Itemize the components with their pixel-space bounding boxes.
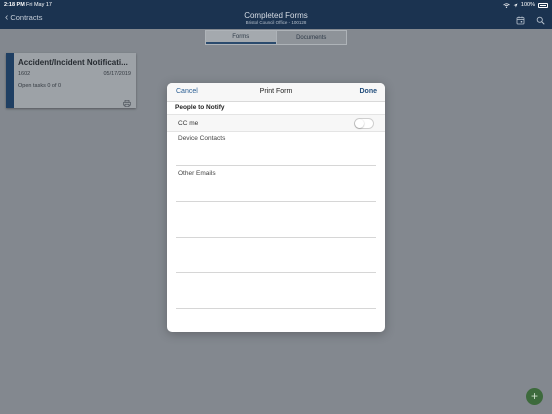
form-card[interactable]: Accident/Incident Notificati... 1602 05/… — [6, 53, 136, 108]
device-contacts-label: Device Contacts — [178, 135, 226, 142]
navigation-bar: 2:18 PM Fri May 17 100% ‹ Contracts Comp… — [0, 0, 552, 29]
print-form-modal: Cancel Print Form Done People to Notify … — [167, 83, 385, 332]
divider — [176, 237, 376, 238]
segmented-tabs: Forms Documents — [205, 30, 347, 45]
search-icon[interactable] — [536, 12, 545, 25]
form-date: 05/17/2019 — [103, 71, 131, 77]
cc-me-row: CC me — [167, 114, 385, 132]
done-button[interactable]: Done — [360, 88, 378, 95]
page-subtitle: Bristol Council Office - 100128 — [245, 20, 307, 25]
modal-title: Print Form — [259, 88, 293, 95]
battery-icon — [538, 2, 548, 8]
add-icon: + — [530, 389, 538, 403]
wifi-icon — [503, 2, 510, 8]
divider — [176, 201, 376, 202]
add-button[interactable]: + — [526, 388, 543, 405]
tab-documents[interactable]: Documents — [275, 31, 347, 44]
card-accent-bar — [6, 53, 14, 108]
modal-header: Cancel Print Form Done — [167, 83, 385, 102]
cc-me-label: CC me — [178, 120, 199, 127]
section-title: People to Notify — [175, 104, 225, 111]
calendar-icon[interactable] — [516, 12, 525, 25]
divider — [176, 272, 376, 273]
open-tasks: Open tasks 0 of 0 — [18, 83, 62, 89]
tab-forms[interactable]: Forms — [206, 31, 276, 44]
status-time: 2:18 PM — [4, 2, 25, 8]
toggle-knob — [355, 119, 364, 128]
battery-percent: 100% — [520, 2, 535, 8]
print-icon[interactable] — [123, 94, 131, 108]
divider — [176, 308, 376, 309]
divider — [176, 165, 376, 166]
cc-me-toggle[interactable] — [354, 118, 374, 129]
other-emails-label: Other Emails — [178, 170, 216, 177]
form-id: 1602 — [18, 71, 31, 77]
status-indicators: 100% — [503, 2, 548, 8]
form-title: Accident/Incident Notificati... — [18, 58, 128, 67]
location-icon — [513, 3, 518, 7]
page-title: Completed Forms — [244, 11, 308, 20]
status-date: Fri May 17 — [26, 2, 52, 8]
